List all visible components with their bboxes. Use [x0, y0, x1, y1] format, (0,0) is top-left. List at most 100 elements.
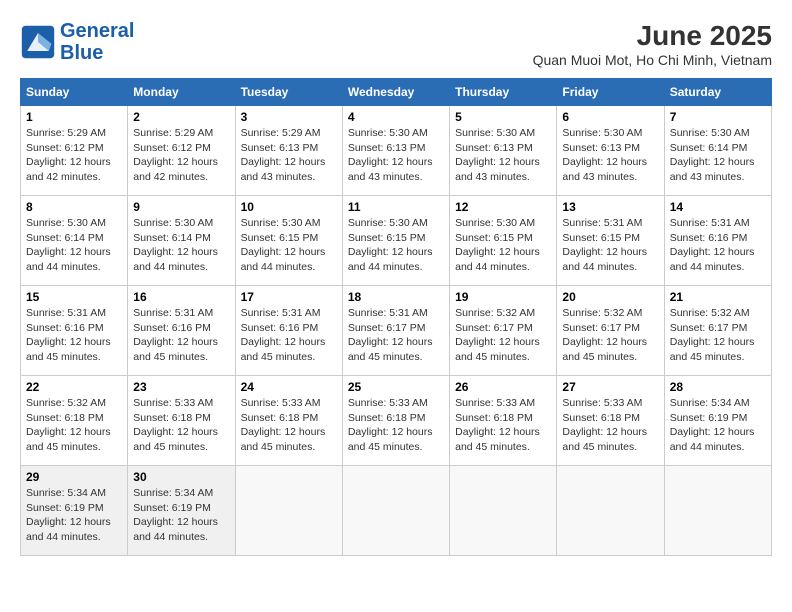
calendar-cell: 10 Sunrise: 5:30 AM Sunset: 6:15 PM Dayl… — [235, 196, 342, 286]
day-info: Sunrise: 5:31 AM Sunset: 6:15 PM Dayligh… — [562, 216, 658, 275]
day-number: 11 — [348, 200, 444, 214]
day-info: Sunrise: 5:30 AM Sunset: 6:15 PM Dayligh… — [455, 216, 551, 275]
calendar-cell: 11 Sunrise: 5:30 AM Sunset: 6:15 PM Dayl… — [342, 196, 449, 286]
calendar-cell — [664, 466, 771, 556]
day-info: Sunrise: 5:33 AM Sunset: 6:18 PM Dayligh… — [133, 396, 229, 455]
logo-icon — [20, 24, 56, 60]
day-info: Sunrise: 5:33 AM Sunset: 6:18 PM Dayligh… — [562, 396, 658, 455]
logo: General Blue — [20, 20, 134, 64]
calendar-cell: 15 Sunrise: 5:31 AM Sunset: 6:16 PM Dayl… — [21, 286, 128, 376]
day-number: 14 — [670, 200, 766, 214]
calendar-cell: 14 Sunrise: 5:31 AM Sunset: 6:16 PM Dayl… — [664, 196, 771, 286]
day-number: 22 — [26, 380, 122, 394]
day-number: 28 — [670, 380, 766, 394]
calendar-cell: 8 Sunrise: 5:30 AM Sunset: 6:14 PM Dayli… — [21, 196, 128, 286]
day-info: Sunrise: 5:33 AM Sunset: 6:18 PM Dayligh… — [241, 396, 337, 455]
day-header-friday: Friday — [557, 79, 664, 106]
day-number: 5 — [455, 110, 551, 124]
calendar-cell: 6 Sunrise: 5:30 AM Sunset: 6:13 PM Dayli… — [557, 106, 664, 196]
calendar-subtitle: Quan Muoi Mot, Ho Chi Minh, Vietnam — [533, 52, 772, 68]
calendar-cell: 7 Sunrise: 5:30 AM Sunset: 6:14 PM Dayli… — [664, 106, 771, 196]
calendar-week-row: 8 Sunrise: 5:30 AM Sunset: 6:14 PM Dayli… — [21, 196, 772, 286]
calendar-cell: 20 Sunrise: 5:32 AM Sunset: 6:17 PM Dayl… — [557, 286, 664, 376]
calendar-cell: 3 Sunrise: 5:29 AM Sunset: 6:13 PM Dayli… — [235, 106, 342, 196]
calendar-cell: 26 Sunrise: 5:33 AM Sunset: 6:18 PM Dayl… — [450, 376, 557, 466]
calendar-cell: 16 Sunrise: 5:31 AM Sunset: 6:16 PM Dayl… — [128, 286, 235, 376]
day-info: Sunrise: 5:32 AM Sunset: 6:17 PM Dayligh… — [670, 306, 766, 365]
day-info: Sunrise: 5:30 AM Sunset: 6:13 PM Dayligh… — [455, 126, 551, 185]
day-header-sunday: Sunday — [21, 79, 128, 106]
day-number: 17 — [241, 290, 337, 304]
calendar-cell — [342, 466, 449, 556]
day-info: Sunrise: 5:30 AM Sunset: 6:15 PM Dayligh… — [348, 216, 444, 275]
calendar-cell: 4 Sunrise: 5:30 AM Sunset: 6:13 PM Dayli… — [342, 106, 449, 196]
day-number: 16 — [133, 290, 229, 304]
day-info: Sunrise: 5:31 AM Sunset: 6:17 PM Dayligh… — [348, 306, 444, 365]
page-header: General Blue June 2025 Quan Muoi Mot, Ho… — [20, 20, 772, 68]
calendar-cell: 24 Sunrise: 5:33 AM Sunset: 6:18 PM Dayl… — [235, 376, 342, 466]
day-number: 29 — [26, 470, 122, 484]
calendar-cell: 9 Sunrise: 5:30 AM Sunset: 6:14 PM Dayli… — [128, 196, 235, 286]
calendar-cell: 18 Sunrise: 5:31 AM Sunset: 6:17 PM Dayl… — [342, 286, 449, 376]
calendar-table: SundayMondayTuesdayWednesdayThursdayFrid… — [20, 78, 772, 556]
calendar-cell — [450, 466, 557, 556]
calendar-week-row: 22 Sunrise: 5:32 AM Sunset: 6:18 PM Dayl… — [21, 376, 772, 466]
day-header-thursday: Thursday — [450, 79, 557, 106]
title-block: June 2025 Quan Muoi Mot, Ho Chi Minh, Vi… — [533, 20, 772, 68]
day-number: 27 — [562, 380, 658, 394]
day-info: Sunrise: 5:30 AM Sunset: 6:13 PM Dayligh… — [348, 126, 444, 185]
day-number: 7 — [670, 110, 766, 124]
day-info: Sunrise: 5:29 AM Sunset: 6:12 PM Dayligh… — [26, 126, 122, 185]
calendar-cell: 21 Sunrise: 5:32 AM Sunset: 6:17 PM Dayl… — [664, 286, 771, 376]
day-header-wednesday: Wednesday — [342, 79, 449, 106]
day-info: Sunrise: 5:34 AM Sunset: 6:19 PM Dayligh… — [133, 486, 229, 545]
calendar-cell: 28 Sunrise: 5:34 AM Sunset: 6:19 PM Dayl… — [664, 376, 771, 466]
day-number: 21 — [670, 290, 766, 304]
day-info: Sunrise: 5:31 AM Sunset: 6:16 PM Dayligh… — [241, 306, 337, 365]
day-info: Sunrise: 5:33 AM Sunset: 6:18 PM Dayligh… — [348, 396, 444, 455]
day-info: Sunrise: 5:33 AM Sunset: 6:18 PM Dayligh… — [455, 396, 551, 455]
day-info: Sunrise: 5:32 AM Sunset: 6:17 PM Dayligh… — [455, 306, 551, 365]
calendar-cell: 22 Sunrise: 5:32 AM Sunset: 6:18 PM Dayl… — [21, 376, 128, 466]
calendar-cell — [235, 466, 342, 556]
calendar-cell: 30 Sunrise: 5:34 AM Sunset: 6:19 PM Dayl… — [128, 466, 235, 556]
day-number: 8 — [26, 200, 122, 214]
calendar-title: June 2025 — [533, 20, 772, 52]
day-number: 1 — [26, 110, 122, 124]
day-number: 19 — [455, 290, 551, 304]
day-number: 15 — [26, 290, 122, 304]
day-number: 9 — [133, 200, 229, 214]
day-number: 23 — [133, 380, 229, 394]
day-number: 24 — [241, 380, 337, 394]
day-info: Sunrise: 5:32 AM Sunset: 6:17 PM Dayligh… — [562, 306, 658, 365]
calendar-cell: 1 Sunrise: 5:29 AM Sunset: 6:12 PM Dayli… — [21, 106, 128, 196]
calendar-cell: 13 Sunrise: 5:31 AM Sunset: 6:15 PM Dayl… — [557, 196, 664, 286]
calendar-week-row: 1 Sunrise: 5:29 AM Sunset: 6:12 PM Dayli… — [21, 106, 772, 196]
day-header-tuesday: Tuesday — [235, 79, 342, 106]
calendar-cell: 19 Sunrise: 5:32 AM Sunset: 6:17 PM Dayl… — [450, 286, 557, 376]
day-number: 18 — [348, 290, 444, 304]
calendar-header-row: SundayMondayTuesdayWednesdayThursdayFrid… — [21, 79, 772, 106]
calendar-cell: 12 Sunrise: 5:30 AM Sunset: 6:15 PM Dayl… — [450, 196, 557, 286]
day-number: 12 — [455, 200, 551, 214]
day-info: Sunrise: 5:30 AM Sunset: 6:15 PM Dayligh… — [241, 216, 337, 275]
calendar-cell: 29 Sunrise: 5:34 AM Sunset: 6:19 PM Dayl… — [21, 466, 128, 556]
calendar-week-row: 29 Sunrise: 5:34 AM Sunset: 6:19 PM Dayl… — [21, 466, 772, 556]
day-info: Sunrise: 5:30 AM Sunset: 6:14 PM Dayligh… — [670, 126, 766, 185]
day-header-monday: Monday — [128, 79, 235, 106]
day-info: Sunrise: 5:32 AM Sunset: 6:18 PM Dayligh… — [26, 396, 122, 455]
day-info: Sunrise: 5:30 AM Sunset: 6:13 PM Dayligh… — [562, 126, 658, 185]
calendar-week-row: 15 Sunrise: 5:31 AM Sunset: 6:16 PM Dayl… — [21, 286, 772, 376]
day-info: Sunrise: 5:31 AM Sunset: 6:16 PM Dayligh… — [670, 216, 766, 275]
calendar-cell: 17 Sunrise: 5:31 AM Sunset: 6:16 PM Dayl… — [235, 286, 342, 376]
calendar-cell: 25 Sunrise: 5:33 AM Sunset: 6:18 PM Dayl… — [342, 376, 449, 466]
day-number: 2 — [133, 110, 229, 124]
logo-text: General Blue — [60, 20, 134, 64]
calendar-cell — [557, 466, 664, 556]
day-info: Sunrise: 5:30 AM Sunset: 6:14 PM Dayligh… — [26, 216, 122, 275]
day-number: 13 — [562, 200, 658, 214]
day-number: 20 — [562, 290, 658, 304]
calendar-cell: 23 Sunrise: 5:33 AM Sunset: 6:18 PM Dayl… — [128, 376, 235, 466]
day-info: Sunrise: 5:30 AM Sunset: 6:14 PM Dayligh… — [133, 216, 229, 275]
day-number: 25 — [348, 380, 444, 394]
